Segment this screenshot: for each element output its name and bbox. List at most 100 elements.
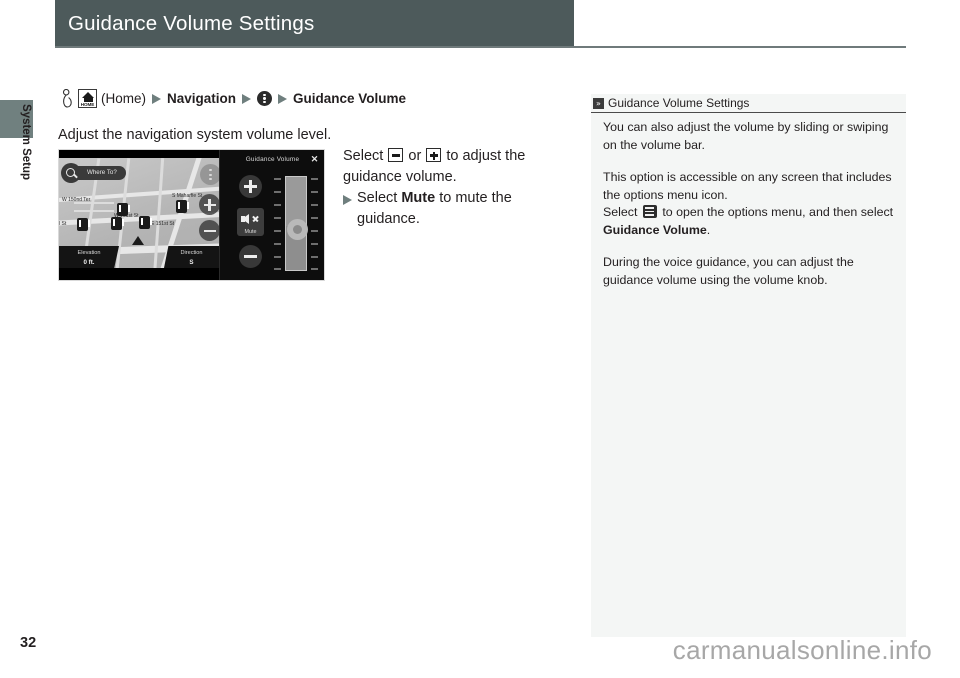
line [645, 210, 655, 213]
map-poi-icon [77, 218, 90, 231]
line [645, 207, 655, 209]
page-number: 32 [20, 635, 37, 651]
side-note-title: Guidance Volume Settings [608, 96, 750, 110]
intro-text: Adjust the navigation system volume leve… [58, 127, 332, 143]
options-menu-icon[interactable] [257, 91, 273, 106]
direction-value: S [189, 259, 194, 266]
home-button-icon[interactable]: HOME [78, 89, 97, 108]
page-header-bar: Guidance Volume Settings [55, 0, 574, 47]
slider-tick [311, 204, 318, 206]
side-note-text: . [706, 222, 711, 237]
direction-label: Direction [180, 250, 203, 256]
breadcrumb-arrow-icon [152, 93, 162, 104]
search-icon[interactable] [61, 163, 81, 183]
bullet-bold-term: Mute [401, 190, 436, 206]
map-road [74, 210, 114, 212]
map-label: S Maharfie St [172, 193, 203, 199]
volume-increase-button[interactable] [239, 175, 262, 198]
map-poi-icon [176, 200, 189, 213]
elevation-label: Elevation [77, 250, 101, 256]
map-zoom-out-button[interactable] [199, 220, 219, 241]
side-note-header: » Guidance Volume Settings [591, 94, 906, 113]
slider-tick [274, 204, 281, 206]
slider-tick [274, 243, 281, 245]
dot [263, 93, 266, 97]
slider-tick [311, 178, 318, 180]
dot [263, 100, 266, 104]
breadcrumb-item-guidance-volume[interactable]: Guidance Volume [293, 91, 406, 106]
breadcrumb: HOME (Home) Navigation Guidance Volume [62, 89, 406, 108]
volume-slider[interactable] [274, 176, 318, 271]
volume-slider-knob[interactable] [286, 219, 308, 240]
slider-tick [311, 268, 318, 270]
slider-tick [274, 268, 281, 270]
home-icon-label: HOME [80, 101, 95, 107]
map-canvas: W 150nd Ter S Maharfie St W 151st St E 1… [59, 158, 219, 268]
slider-tick [274, 230, 281, 232]
elevation-readout: Elevation 0 ft. [59, 246, 119, 268]
side-note-panel: » Guidance Volume Settings You can also … [591, 94, 906, 637]
watermark: carmanualsonline.info [672, 635, 932, 665]
map-label: l St [59, 221, 67, 227]
side-note-body: You can also adjust the volume by slidin… [603, 119, 895, 289]
map-panel: W 150nd Ter S Maharfie St W 151st St E 1… [59, 150, 219, 280]
instruction-line-2: guidance volume. [343, 169, 457, 185]
side-note-text: This option is accessible on any screen … [603, 170, 892, 202]
map-label: E 151st St [151, 221, 175, 227]
navigation-screenshot-figure: W 150nd Ter S Maharfie St W 151st St E 1… [58, 149, 325, 281]
minus-key-icon [388, 148, 404, 162]
slider-tick [274, 178, 281, 180]
side-note-paragraph: During the voice guidance, you can adjus… [603, 255, 854, 287]
dot [209, 173, 212, 176]
side-note-paragraph: You can also adjust the volume by slidin… [603, 120, 889, 152]
side-note-text: to open the options menu, and then selec… [658, 205, 894, 219]
dot [263, 97, 266, 100]
volume-slider-track[interactable] [285, 176, 308, 271]
slider-tick [274, 191, 281, 193]
map-options-icon[interactable] [200, 164, 219, 185]
vehicle-position-marker [132, 236, 144, 245]
mute-button-label: Mute [244, 229, 257, 235]
hand-press-icon [62, 89, 73, 108]
direction-readout: Direction S [164, 246, 219, 268]
map-poi-icon [117, 203, 130, 216]
side-note-bold-term: Guidance Volume [603, 222, 707, 237]
dot [209, 169, 212, 172]
breadcrumb-arrow-icon [278, 93, 288, 104]
slider-tick [274, 217, 281, 219]
plus-key-icon [426, 148, 442, 162]
breadcrumb-arrow-icon [242, 93, 252, 104]
instruction-mid: or [408, 148, 422, 164]
map-label: W 150nd Ter [62, 197, 91, 203]
slider-tick [311, 243, 318, 245]
side-note-text: Select [603, 205, 641, 219]
instructions-block: Select or to adjust the guidance volume.… [343, 146, 568, 230]
options-menu-icon [642, 205, 657, 218]
mute-button[interactable]: Mute [237, 208, 264, 236]
page-title: Guidance Volume Settings [68, 11, 315, 35]
close-icon[interactable]: ✕ [310, 155, 319, 164]
slider-tick [274, 256, 281, 258]
double-chevron-icon: » [593, 97, 604, 109]
guidance-volume-panel: Guidance Volume ✕ Mute [219, 150, 324, 280]
instruction-line-1: Select or to adjust the [343, 146, 568, 167]
header-divider [55, 46, 906, 48]
side-note-paragraph: This option is accessible on any screen … [603, 169, 895, 239]
map-poi-icon [139, 216, 152, 229]
slider-tick [311, 191, 318, 193]
slider-tick [311, 256, 318, 258]
breadcrumb-home-text: (Home) [101, 91, 147, 106]
speaker-icon [242, 214, 249, 224]
volume-decrease-button[interactable] [239, 245, 262, 268]
instruction-suffix: to adjust the [446, 148, 526, 164]
map-zoom-in-button[interactable] [199, 194, 219, 215]
instruction-prefix: Select [343, 148, 384, 164]
bullet-prefix: Select [357, 190, 402, 206]
map-poi-icon [111, 217, 124, 230]
line [645, 214, 655, 216]
dot [209, 178, 212, 181]
instruction-bullet: Select Mute to mute the guidance. [343, 188, 568, 230]
section-tab-label: System Setup [20, 104, 32, 181]
slider-tick [311, 217, 318, 219]
breadcrumb-item-navigation[interactable]: Navigation [167, 91, 236, 106]
